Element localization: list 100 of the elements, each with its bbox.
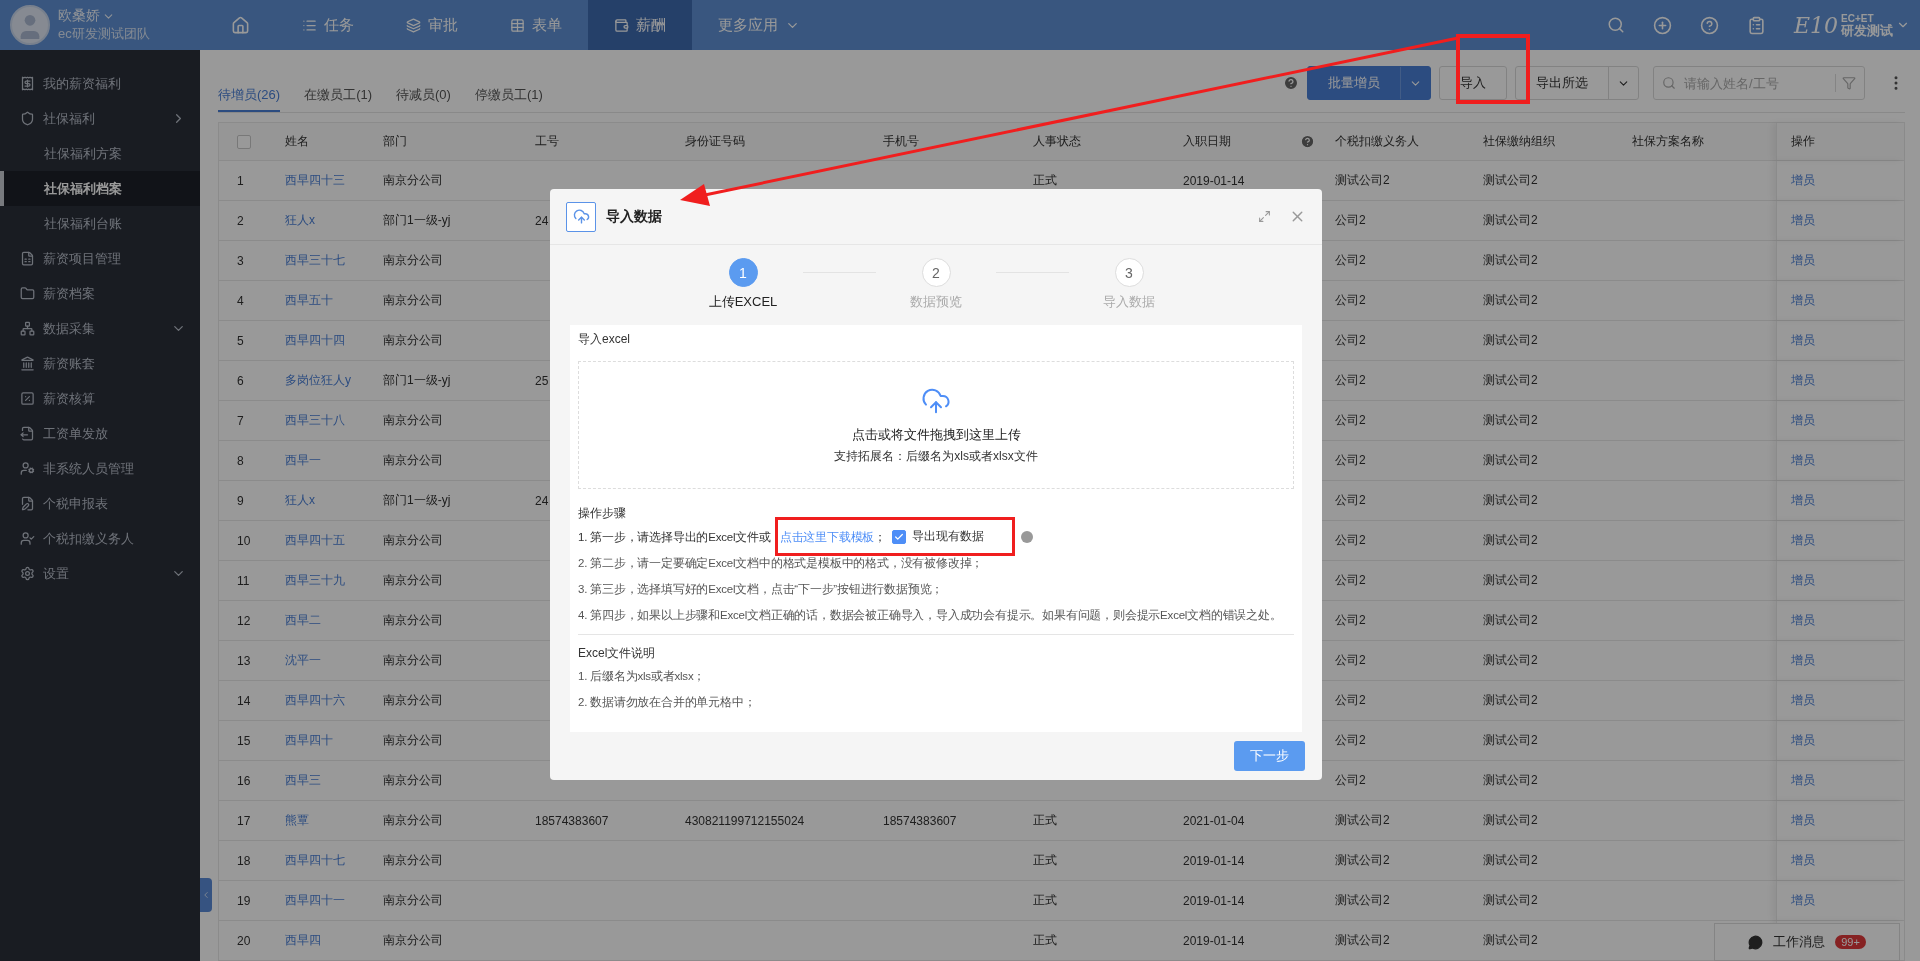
tab[interactable]: 停缴员工(1)	[462, 80, 555, 112]
table-cell: 2019-01-14	[1183, 853, 1245, 868]
add-icon[interactable]	[1652, 15, 1672, 35]
tab[interactable]: 在缴员工(1)	[292, 80, 384, 112]
user-name[interactable]: 欧桑娇	[58, 7, 150, 25]
sidebar-item[interactable]: 社保福利	[0, 101, 200, 136]
filter-icon[interactable]	[1842, 76, 1856, 90]
step-label: 上传EXCEL	[708, 293, 778, 311]
name-link[interactable]: 狂人x	[285, 212, 315, 229]
sidebar-item[interactable]: 薪资账套	[0, 346, 200, 381]
add-link[interactable]: 增员	[1791, 892, 1815, 909]
sidebar-item[interactable]: 薪资档案	[0, 276, 200, 311]
sidebar-item[interactable]: 个税扣缴义务人	[0, 521, 200, 556]
sidebar-item[interactable]: 社保福利方案	[0, 136, 200, 171]
menu-icon	[20, 496, 35, 511]
add-link[interactable]: 增员	[1791, 492, 1815, 509]
collapse-handle[interactable]	[200, 878, 212, 912]
name-link[interactable]: 西早三十九	[285, 572, 345, 589]
nav-tab[interactable]: 审批	[380, 0, 484, 50]
sidebar-item[interactable]: 设置	[0, 556, 200, 591]
sidebar-item[interactable]: 我的薪资福利	[0, 66, 200, 101]
add-link[interactable]: 增员	[1791, 692, 1815, 709]
select-all-checkbox[interactable]	[237, 134, 251, 149]
nav-menu[interactable]: 更多应用	[692, 0, 826, 50]
add-link[interactable]: 增员	[1791, 372, 1815, 389]
name-link[interactable]: 熊覃	[285, 812, 309, 829]
add-link[interactable]: 增员	[1791, 212, 1815, 229]
nav-tab[interactable]: 薪酬	[588, 0, 692, 50]
table-cell: 南京分公司	[383, 572, 443, 589]
name-link[interactable]: 西早四十三	[285, 172, 345, 189]
step-number: 3	[1114, 258, 1144, 287]
add-link[interactable]: 增员	[1791, 572, 1815, 589]
tab[interactable]: 待减员(0)	[384, 80, 463, 112]
column-header: 入职日期	[1183, 133, 1231, 150]
upload-dropzone[interactable]: 点击或将文件拖拽到这里上传 支持拓展名：后缀名为xls或者xlsx文件	[578, 361, 1294, 489]
name-link[interactable]: 西早四十四	[285, 332, 345, 349]
add-link[interactable]: 增员	[1791, 772, 1815, 789]
next-button[interactable]: 下一步	[1234, 741, 1305, 771]
sidebar-item[interactable]: 薪资核算	[0, 381, 200, 416]
name-link[interactable]: 西早四	[285, 932, 321, 949]
batch-add-button[interactable]: 批量增员	[1307, 66, 1431, 100]
table-cell: 公司2	[1335, 492, 1366, 509]
name-link[interactable]: 西早一	[285, 452, 321, 469]
section-title: 导入excel	[578, 331, 631, 348]
step-label: 导入数据	[1103, 293, 1155, 311]
name-link[interactable]: 西早四十六	[285, 692, 345, 709]
table-cell: 测试公司2	[1483, 812, 1538, 829]
name-link[interactable]: 西早二	[285, 612, 321, 629]
add-link[interactable]: 增员	[1791, 652, 1815, 669]
name-link[interactable]: 多岗位狂人y	[285, 372, 351, 389]
sidebar-item[interactable]: 非系统人员管理	[0, 451, 200, 486]
export-button[interactable]: 导出所选	[1515, 66, 1639, 100]
add-link[interactable]: 增员	[1791, 252, 1815, 269]
add-link[interactable]: 增员	[1791, 412, 1815, 429]
add-link[interactable]: 增员	[1791, 852, 1815, 869]
row-number: 11	[237, 573, 250, 588]
add-link[interactable]: 增员	[1791, 812, 1815, 829]
add-link[interactable]: 增员	[1791, 452, 1815, 469]
name-link[interactable]: 狂人x	[285, 492, 315, 509]
name-link[interactable]: 沈平一	[285, 652, 321, 669]
nav-tab[interactable]: 表单	[484, 0, 588, 50]
column-header: 手机号	[883, 133, 919, 150]
notice-icon[interactable]	[1746, 15, 1766, 35]
sidebar-item[interactable]: 薪资项目管理	[0, 241, 200, 276]
name-link[interactable]: 西早四十	[285, 732, 333, 749]
checkbox[interactable]	[891, 529, 906, 544]
name-link[interactable]: 西早四十七	[285, 852, 345, 869]
table-cell: 测试公司2	[1335, 172, 1390, 189]
expand-icon[interactable]	[1258, 210, 1271, 223]
table-cell: 测试公司2	[1483, 492, 1538, 509]
checkbox-label: 导出现有数据	[911, 528, 984, 545]
sidebar-item[interactable]: 社保福利档案	[0, 171, 200, 206]
table-cell: 2019-01-14	[1183, 173, 1245, 188]
name-link[interactable]: 西早三	[285, 772, 321, 789]
add-link[interactable]: 增员	[1791, 332, 1815, 349]
name-link[interactable]: 西早三十八	[285, 412, 345, 429]
name-link[interactable]: 西早四十一	[285, 892, 345, 909]
table-cell: 公司2	[1335, 732, 1366, 749]
tab[interactable]: 待增员(26)	[218, 80, 281, 112]
search-icon[interactable]	[1606, 16, 1625, 34]
sidebar-item[interactable]: 社保福利台账	[0, 206, 200, 241]
add-link[interactable]: 增员	[1791, 612, 1815, 629]
sidebar-item[interactable]: 个税申报表	[0, 486, 200, 521]
menu-icon	[20, 76, 35, 91]
add-link[interactable]: 增员	[1791, 532, 1815, 549]
sidebar-item[interactable]: 工资单发放	[0, 416, 200, 451]
import-button[interactable]: 导入	[1439, 66, 1507, 100]
menu-icon	[20, 251, 35, 266]
sidebar-item[interactable]: 数据采集	[0, 311, 200, 346]
name-link[interactable]: 西早五十	[285, 292, 333, 309]
nav-tab[interactable]: 任务	[276, 0, 380, 50]
row-number: 14	[237, 693, 251, 708]
avatar[interactable]	[10, 5, 50, 45]
add-link[interactable]: 增员	[1791, 732, 1815, 749]
dropzone-text: 点击或将文件拖拽到这里上传	[851, 425, 1021, 444]
name-link[interactable]: 西早三十七	[285, 252, 345, 269]
add-link[interactable]: 增员	[1791, 172, 1815, 189]
template-link[interactable]: 点击这里下载模板	[779, 530, 875, 543]
add-link[interactable]: 增员	[1791, 292, 1815, 309]
name-link[interactable]: 西早四十五	[285, 532, 345, 549]
